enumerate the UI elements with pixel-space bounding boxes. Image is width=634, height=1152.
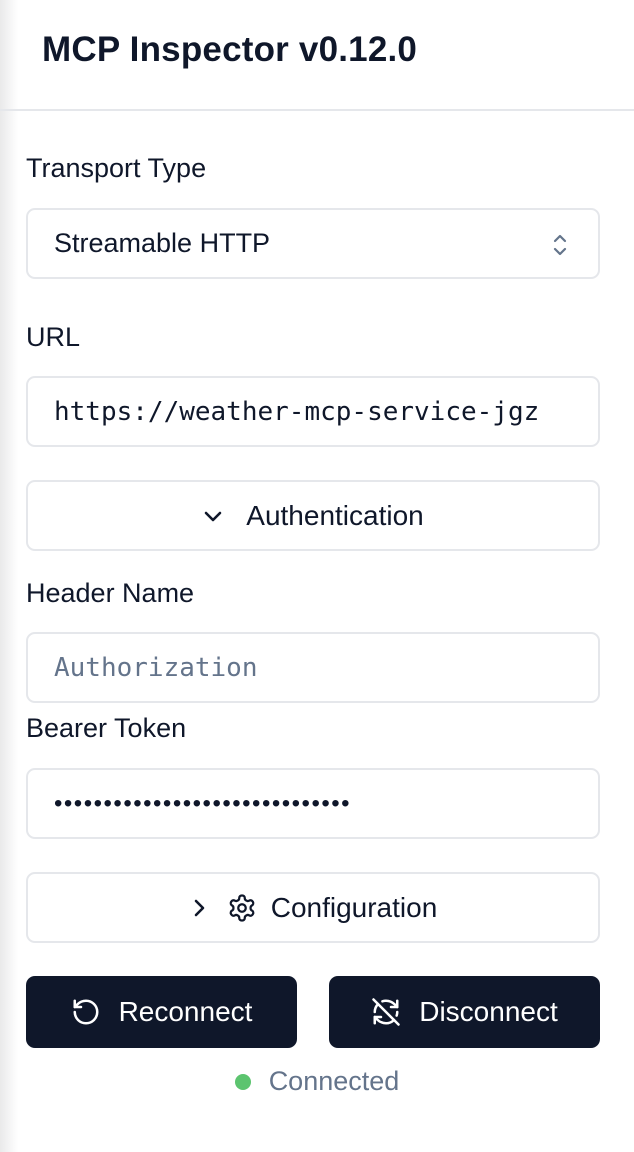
header-name-input[interactable]: Authorization — [26, 632, 600, 703]
url-label: URL — [26, 322, 81, 352]
bearer-token-masked-value: •••••••••••••••••••••••••••••• — [54, 789, 352, 817]
app-title: MCP Inspector v0.12.0 — [42, 30, 418, 69]
url-value: https://weather-mcp-service-jgz — [54, 396, 540, 427]
header-name-placeholder: Authorization — [54, 652, 258, 683]
refresh-off-icon — [371, 997, 401, 1027]
disconnect-label: Disconnect — [419, 996, 558, 1027]
header-name-label: Header Name — [26, 578, 195, 608]
configuration-toggle-label: Configuration — [270, 891, 438, 923]
bearer-token-input[interactable]: •••••••••••••••••••••••••••••• — [26, 768, 600, 839]
disconnect-button[interactable]: Disconnect — [329, 976, 600, 1048]
transport-type-label: Transport Type — [26, 153, 207, 183]
chevron-up-down-icon — [552, 232, 568, 258]
chevron-down-icon — [202, 505, 224, 527]
gear-icon — [227, 893, 257, 923]
transport-type-select[interactable]: Streamable HTTP — [26, 208, 600, 279]
connection-status: Connected — [0, 1066, 634, 1097]
connection-status-text: Connected — [268, 1066, 400, 1096]
left-edge-shadow — [0, 0, 18, 1152]
rotate-ccw-icon — [71, 997, 101, 1027]
authentication-toggle-label: Authentication — [246, 499, 424, 531]
configuration-toggle-button[interactable]: Configuration — [26, 872, 600, 943]
bearer-token-label: Bearer Token — [26, 713, 187, 743]
url-input[interactable]: https://weather-mcp-service-jgz — [26, 376, 600, 447]
transport-type-value: Streamable HTTP — [54, 228, 271, 258]
authentication-toggle-button[interactable]: Authentication — [26, 480, 600, 551]
status-indicator-dot — [234, 1073, 251, 1090]
reconnect-button[interactable]: Reconnect — [26, 976, 297, 1048]
mcp-inspector-sidebar: MCP Inspector v0.12.0 Transport Type Str… — [0, 0, 634, 1152]
reconnect-label: Reconnect — [118, 996, 253, 1027]
chevron-right-icon — [189, 897, 209, 919]
sidebar-header: MCP Inspector v0.12.0 — [0, 0, 634, 111]
